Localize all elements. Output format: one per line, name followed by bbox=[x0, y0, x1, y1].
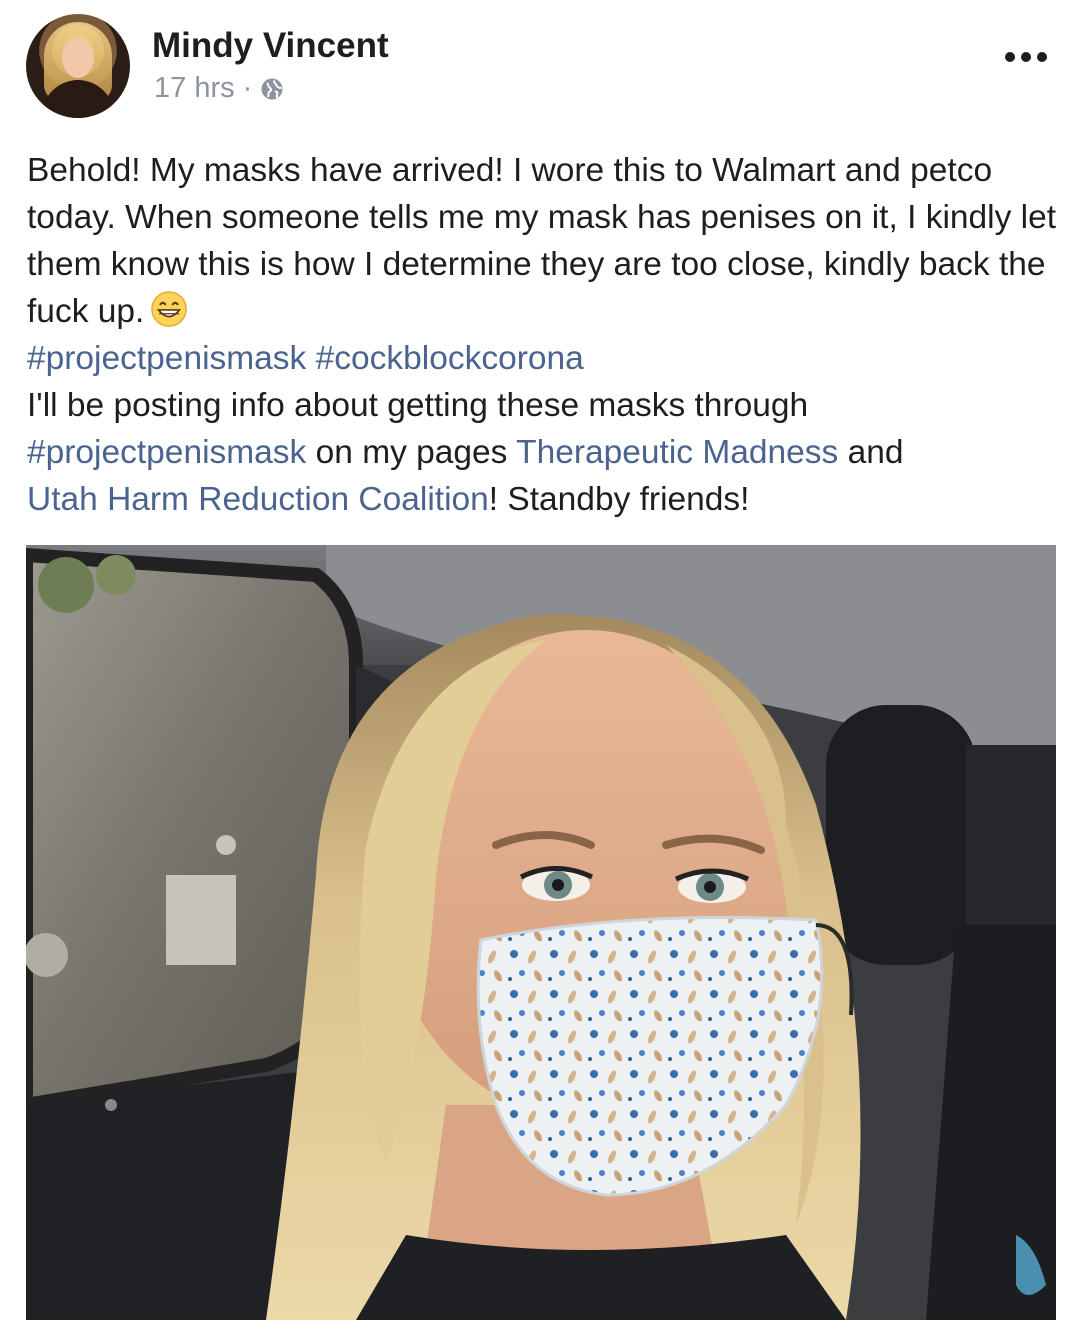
page-link-therapeutic-madness[interactable]: Therapeutic Madness bbox=[516, 434, 838, 471]
more-dot bbox=[1021, 52, 1031, 62]
more-options-icon[interactable] bbox=[996, 40, 1056, 74]
post-time[interactable]: 17 hrs bbox=[154, 72, 235, 105]
post-paragraph-1: Behold! My masks have arrived! I wore th… bbox=[27, 147, 1057, 335]
author-avatar[interactable] bbox=[26, 14, 130, 118]
more-dot bbox=[1037, 52, 1047, 62]
globe-icon[interactable] bbox=[260, 77, 284, 101]
post-text: Behold! My masks have arrived! I wore th… bbox=[27, 147, 1057, 523]
hashtag-link[interactable]: #projectpenismask bbox=[27, 340, 306, 377]
post-meta: 17 hrs · bbox=[154, 72, 284, 105]
meta-separator: · bbox=[242, 72, 253, 104]
facebook-post: Mindy Vincent 17 hrs · Behold! My masks … bbox=[0, 0, 1080, 1333]
post-body-text: ! Standby friends! bbox=[488, 481, 750, 518]
post-photo[interactable] bbox=[26, 545, 1056, 1320]
hashtag-link[interactable]: #cockblockcorona bbox=[316, 340, 584, 377]
post-paragraph-hashtags: #projectpenismask #cockblockcorona bbox=[27, 335, 1057, 382]
grinning-face-icon bbox=[151, 291, 188, 327]
more-dot bbox=[1005, 52, 1015, 62]
post-paragraph-2: I'll be posting info about getting these… bbox=[27, 382, 1057, 523]
selfie-photo bbox=[26, 545, 1056, 1320]
post-body-text: on my pages bbox=[306, 434, 517, 471]
page-link-utah-harm-reduction[interactable]: Utah Harm Reduction Coalition bbox=[27, 481, 489, 518]
post-body-text: and bbox=[838, 434, 904, 471]
hashtag-link[interactable]: #projectpenismask bbox=[27, 434, 306, 471]
avatar-face bbox=[62, 38, 94, 78]
post-body-text: I'll be posting info about getting these… bbox=[27, 387, 809, 424]
author-name[interactable]: Mindy Vincent bbox=[152, 26, 389, 66]
